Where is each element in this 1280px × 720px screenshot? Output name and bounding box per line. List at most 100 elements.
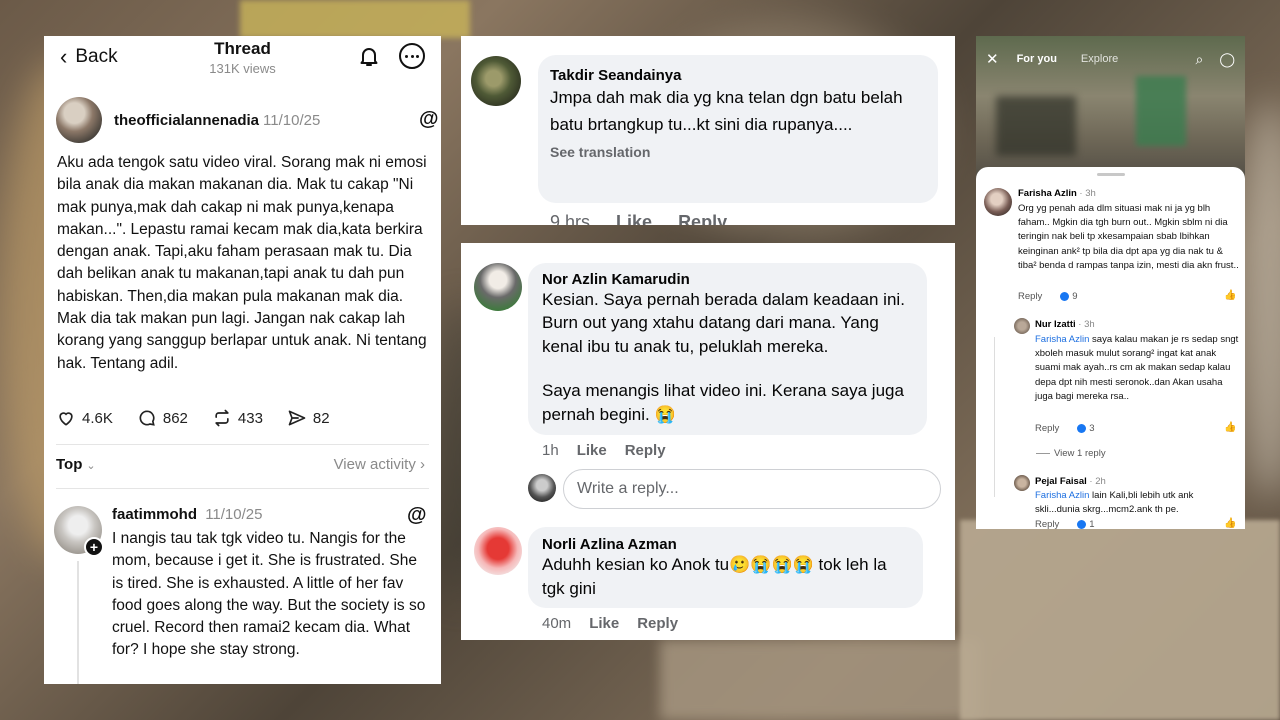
comment-icon [139,410,155,426]
avatar[interactable] [474,527,522,575]
comment-bubble: Takdir Seandainya Jmpa dah mak dia yg kn… [538,55,938,203]
repost-icon [215,409,229,427]
comment-text: Farisha Azlin saya kalau makan je rs sed… [1035,333,1240,404]
threads-logo-icon: @ [407,504,427,526]
view-activity-link[interactable]: View activity › [334,456,425,473]
tab-explore[interactable]: Explore [1081,53,1118,65]
avatar[interactable] [1014,318,1030,334]
commenter-name[interactable]: Norli Azlina Azman [542,536,909,553]
commenter-name[interactable]: Takdir Seandainya [550,67,926,84]
reply-link[interactable]: Reply [637,615,678,632]
follow-plus-icon[interactable]: + [84,537,104,557]
thumbs-up-icon[interactable]: 👍 [1224,422,1236,433]
sort-dropdown[interactable]: Top ⌄ [56,456,96,473]
comment-time: · 2h [1089,476,1106,487]
post-date: 11/10/25 [263,111,321,129]
avatar[interactable] [474,263,522,311]
reply-link[interactable]: Reply [1035,519,1059,529]
like-link[interactable]: Like [577,442,607,459]
avatar[interactable] [1014,475,1030,491]
drag-handle[interactable] [1097,173,1125,176]
repost-action[interactable]: 433 [212,408,263,428]
close-icon[interactable]: ✕ [986,50,999,68]
comment-meta: 1h Like Reply [542,442,666,459]
threads-logo-icon: @ [419,108,439,130]
background-blur [1240,100,1280,500]
background-table [960,520,1280,720]
view-count: 131K views [209,61,276,76]
mention-link[interactable]: Farisha Azlin [1035,334,1089,345]
commenter-name[interactable]: Farisha Azlin [1018,188,1077,199]
reply-link[interactable]: Reply [1018,291,1042,302]
reaction-count: 1 [1089,519,1095,529]
thread-connector-line [77,561,79,684]
mobile-comments-screenshot: ✕ For you Explore ⌕ ◯ Farisha Azlin · 3h… [976,36,1245,529]
tab-for-you[interactable]: For you [1017,53,1057,65]
commenter-name[interactable]: Pejal Faisal [1035,476,1087,487]
background-sign [240,0,470,38]
avatar [528,474,556,502]
reply-link[interactable]: Reply [625,442,666,459]
reaction-count: 9 [1072,291,1078,302]
like-link[interactable]: Like [589,615,619,632]
post-username[interactable]: theofficialannenadia [114,112,259,129]
comment-text: Kesian. Saya pernah berada dalam keadaan… [542,290,905,356]
sort-row: Top ⌄ View activity › [56,456,425,473]
comment-actions: Reply 1 [1035,519,1095,529]
comment-bubble: Nor Azlin Kamarudin Kesian. Saya pernah … [528,263,927,435]
comment-action[interactable]: 862 [137,408,188,428]
thumbs-up-icon[interactable]: 👍 [1224,518,1236,529]
thumbs-up-icon[interactable]: 👍 [1224,290,1236,301]
comments-sheet: Farisha Azlin · 3h Org yg penah ada dlm … [976,167,1245,529]
commenter-name[interactable]: Nor Azlin Kamarudin [542,271,913,288]
reply-text: I nangis tau tak tgk video tu. Nangis fo… [112,530,426,659]
facebook-comment-screenshot: Takdir Seandainya Jmpa dah mak dia yg kn… [461,36,955,225]
comment-count: 862 [162,409,188,427]
avatar[interactable] [471,56,521,106]
comment-actions: Reply 3 [1035,423,1095,434]
comment-text: Farisha Azlin lain Kali,bli lebih utk an… [1035,489,1240,517]
threads-screenshot: ‹ Back Thread 131K views theofficialanne… [44,36,441,684]
more-options-icon[interactable] [399,43,425,69]
comment-time: · 3h [1079,188,1096,199]
reply-header: faatimmohd 11/10/25 [112,506,262,523]
avatar[interactable] [984,188,1012,216]
reply-link[interactable]: Reply [678,212,727,225]
avatar[interactable] [56,97,102,143]
share-count: 82 [312,409,330,427]
like-reaction-icon [1077,424,1087,433]
comment-text: Jmpa dah mak dia yg kna telan dgn batu b… [550,88,903,134]
like-reaction-icon [1060,292,1070,301]
view-replies-link[interactable]: View 1 reply [1036,448,1106,459]
repost-count: 433 [237,409,263,427]
reply-username[interactable]: faatimmohd [112,506,197,523]
reply-link[interactable]: Reply [1035,423,1059,434]
search-icon[interactable]: ⌕ [1195,51,1203,68]
write-reply-input[interactable]: Write a reply... [563,469,941,509]
view-activity-label: View activity [333,456,416,473]
comment-text: Aduhh kesian ko Anok tu🥲😭😭😭 tok leh la t… [542,555,887,598]
comment-header: Nur Izatti · 3h [1035,319,1095,330]
comment-time: · 3h [1078,319,1095,330]
commenter-name[interactable]: Nur Izatti [1035,319,1076,330]
comment-time: 9 hrs [550,212,591,225]
reaction-count: 3 [1089,423,1095,434]
video-frame[interactable]: ✕ For you Explore ⌕ ◯ [976,36,1245,186]
comment-meta: 9 hrs Like Reply [550,212,727,225]
facebook-comments-screenshot: Nor Azlin Kamarudin Kesian. Saya pernah … [461,243,955,640]
chevron-down-icon: ⌄ [86,460,96,472]
like-count: 4.6K [82,409,113,427]
share-action[interactable]: 82 [287,408,330,428]
thread-connector-line [994,337,995,497]
see-translation-link[interactable]: See translation [550,144,926,160]
bell-icon[interactable] [357,44,381,68]
mention-link[interactable]: Farisha Azlin [1035,490,1089,501]
comment-header: Pejal Faisal · 2h [1035,476,1106,487]
page-title: Thread [214,39,271,58]
comment-text: Saya menangis lihat video ini. Kerana sa… [542,381,904,424]
comment-meta: 40m Like Reply [542,615,678,632]
post-actions: 4.6K 862 433 82 [56,408,330,428]
like-link[interactable]: Like [616,212,652,225]
profile-icon[interactable]: ◯ [1219,51,1235,68]
like-action[interactable]: 4.6K [56,408,113,428]
